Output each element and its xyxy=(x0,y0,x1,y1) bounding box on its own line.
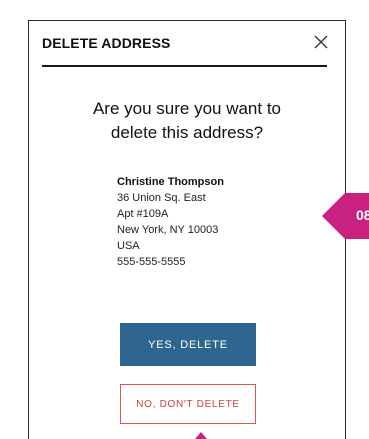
no-dont-delete-button[interactable]: NO, DON'T DELETE xyxy=(120,384,256,424)
confirmation-question: Are you sure you want to delete this add… xyxy=(42,97,332,145)
address-country: USA xyxy=(117,240,140,252)
annotation-marker-label: 08 xyxy=(356,207,369,223)
modal-title: DELETE ADDRESS xyxy=(42,35,171,51)
address-line-2: Apt #109A xyxy=(117,208,169,220)
address-name: Christine Thompson xyxy=(117,176,224,188)
modal-header: DELETE ADDRESS xyxy=(42,21,328,67)
delete-address-modal: DELETE ADDRESS Are you sure you want to … xyxy=(28,20,346,439)
screen: DELETE ADDRESS Are you sure you want to … xyxy=(0,0,369,439)
address-line-1: 36 Union Sq. East xyxy=(117,192,206,204)
address-line-3: New York, NY 10003 xyxy=(117,224,219,236)
question-line-1: Are you sure you want to xyxy=(92,99,282,118)
address-block: Christine Thompson 36 Union Sq. East Apt… xyxy=(117,174,224,270)
yes-delete-button[interactable]: YES, DELETE xyxy=(120,323,256,366)
annotation-marker-arrow-small xyxy=(195,432,207,439)
question-line-2: delete this address? xyxy=(110,123,264,142)
close-button[interactable] xyxy=(311,32,331,52)
address-phone: 555-555-5555 xyxy=(117,256,186,268)
close-icon xyxy=(314,35,328,49)
